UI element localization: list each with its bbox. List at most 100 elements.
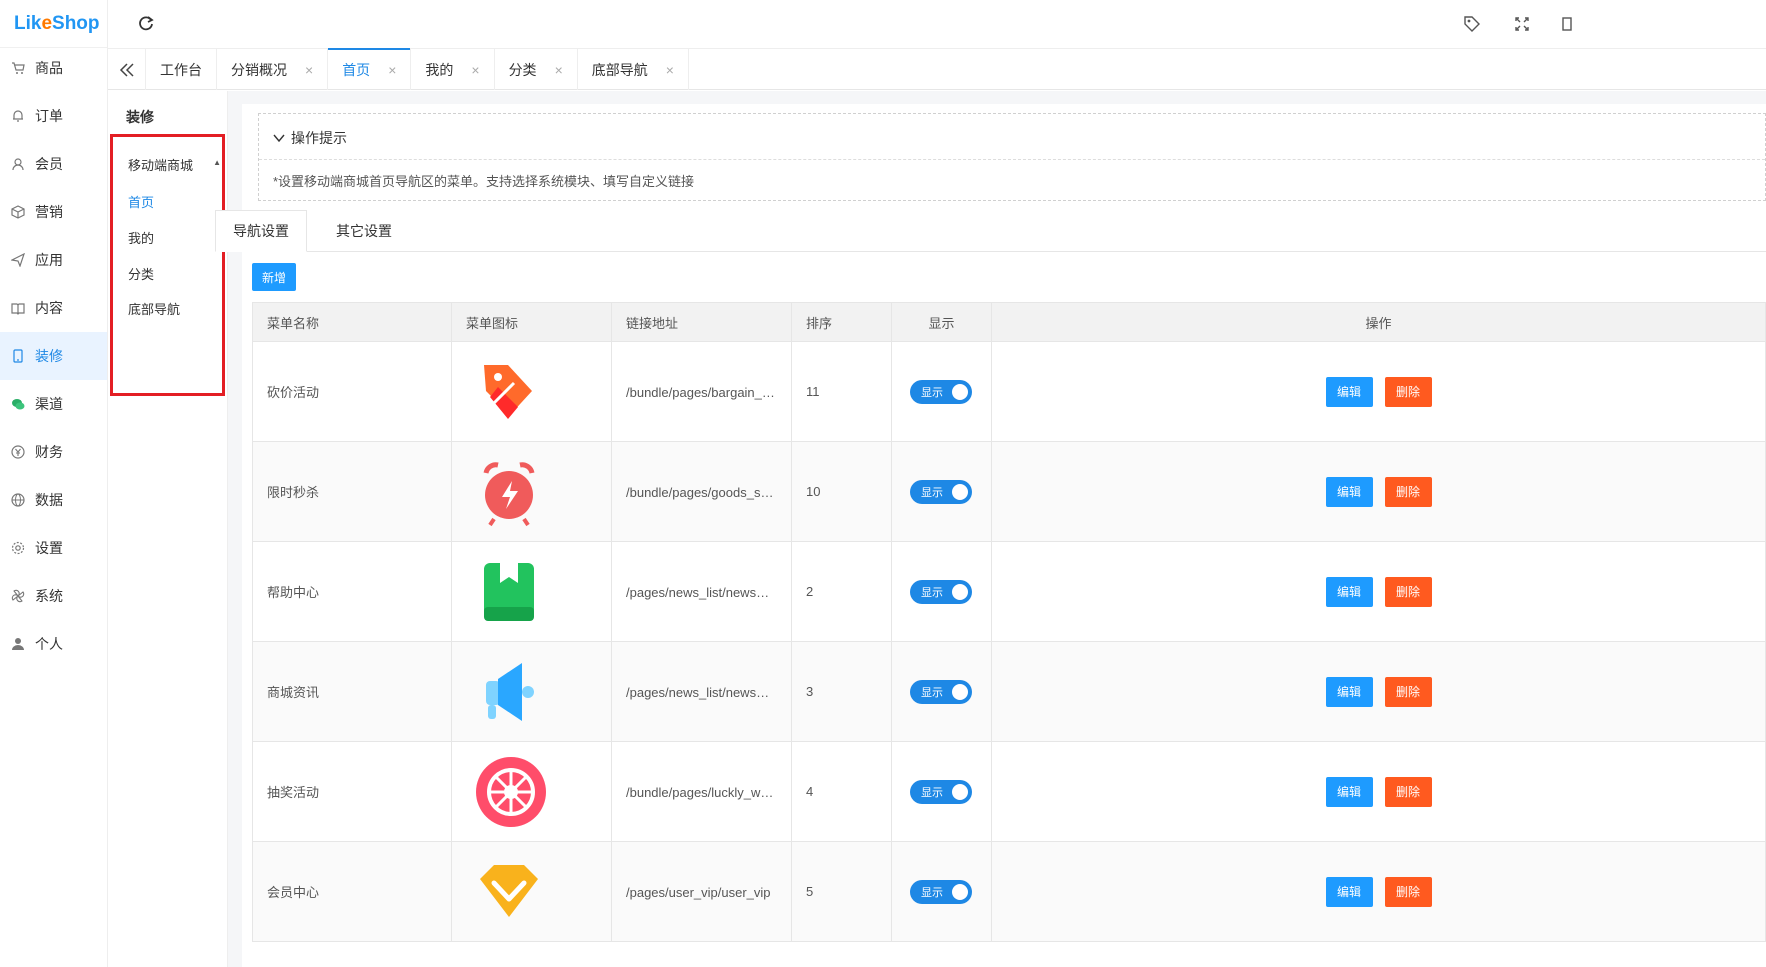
sidebar-item-wechat[interactable]: 渠道 <box>0 380 107 428</box>
delete-button[interactable]: 删除 <box>1384 376 1432 407</box>
tab-list: 工作台 分销概况 × 首页 × 我的 × 分类 × 底部导航 × <box>146 48 689 90</box>
toggle-knob <box>952 783 968 800</box>
decoration-menu-item[interactable]: 底部导航 <box>128 299 180 318</box>
sidebar-item-fan[interactable]: 系统 <box>0 572 107 620</box>
tab-1[interactable]: 分销概况 × <box>217 49 329 90</box>
delete-button[interactable]: 删除 <box>1384 876 1432 907</box>
show-toggle-label: 显示 <box>921 786 943 799</box>
sidebar-item-yen[interactable]: 财务 <box>0 428 107 476</box>
sidebar-item-label: 装修 <box>35 348 63 364</box>
decoration-sidebar: 装修 移动端商城 ▲ 首页 我的 分类 底部导航 <box>108 91 228 967</box>
link-text: /pages/news_list/news_list?type=1 <box>626 584 776 600</box>
sidebar-item-label: 数据 <box>35 492 63 508</box>
logo[interactable]: Lik e Shop <box>0 0 107 48</box>
tab-other-settings[interactable]: 其它设置 <box>318 210 410 252</box>
close-icon[interactable]: × <box>388 62 396 78</box>
megaphone-icon <box>466 657 611 727</box>
show-toggle[interactable]: 显示 <box>910 679 972 704</box>
tab-4[interactable]: 分类 × <box>495 49 578 90</box>
edit-button[interactable]: 编辑 <box>1325 776 1373 807</box>
sidebar-item-user[interactable]: 会员 <box>0 140 107 188</box>
col-menu-icon: 菜单图标 <box>451 302 612 342</box>
toggle-knob <box>952 883 968 900</box>
edit-button[interactable]: 编辑 <box>1325 376 1373 407</box>
refresh-icon[interactable] <box>136 14 156 34</box>
sidebar-item-phone[interactable]: 装修 <box>0 332 107 380</box>
add-button[interactable]: 新增 <box>252 263 296 291</box>
show-toggle[interactable]: 显示 <box>910 779 972 804</box>
tag-outline-icon[interactable] <box>1462 14 1482 34</box>
sidebar-item-bell[interactable]: 订单 <box>0 92 107 140</box>
user-avatar-icon[interactable] <box>1560 14 1580 34</box>
menu-name-cell: 抽奖活动 <box>252 741 452 842</box>
send-icon <box>11 253 25 267</box>
table-body: 砍价活动/bundle/pages/bargain_list/bargain_l… <box>252 341 1766 942</box>
table-row: 会员中心/pages/user_vip/user_vip 5 显示 编辑 删除 <box>252 841 1766 942</box>
link-text: /bundle/pages/goods_seckill/goods_seckil… <box>626 484 776 500</box>
menu-name: 帮助中心 <box>267 585 320 600</box>
phone-icon <box>11 349 25 363</box>
delete-button[interactable]: 删除 <box>1384 676 1432 707</box>
close-icon[interactable]: × <box>666 62 674 78</box>
close-icon[interactable]: × <box>471 62 479 78</box>
sidebar-item-globe[interactable]: 数据 <box>0 476 107 524</box>
sidebar-item-cube[interactable]: 营销 <box>0 188 107 236</box>
tab-5[interactable]: 底部导航 × <box>578 49 689 90</box>
show-toggle[interactable]: 显示 <box>910 379 972 404</box>
sort-cell: 3 <box>791 641 892 742</box>
operation-tip-toggle[interactable]: 操作提示 <box>273 128 347 148</box>
mobile-mall-group[interactable]: 移动端商城 ▲ <box>128 155 223 174</box>
decoration-menu-item[interactable]: 分类 <box>128 264 154 283</box>
menu-icon-cell <box>451 741 612 842</box>
fullscreen-icon[interactable] <box>1512 14 1532 34</box>
delete-button[interactable]: 删除 <box>1384 476 1432 507</box>
show-toggle[interactable]: 显示 <box>910 479 972 504</box>
sidebar-item-label: 订单 <box>35 108 63 124</box>
sidebar-item-send[interactable]: 应用 <box>0 236 107 284</box>
show-toggle[interactable]: 显示 <box>910 579 972 604</box>
close-icon[interactable]: × <box>555 62 563 78</box>
edit-button[interactable]: 编辑 <box>1325 676 1373 707</box>
decoration-menu-item[interactable]: 首页 <box>128 192 154 211</box>
edit-button[interactable]: 编辑 <box>1325 876 1373 907</box>
yen-icon <box>11 445 25 459</box>
show-toggle-label: 显示 <box>921 686 943 699</box>
operation-tip-text: *设置移动端商城首页导航区的菜单。支持选择系统模块、填写自定义链接 <box>273 174 695 189</box>
actions-cell: 编辑 删除 <box>991 641 1766 742</box>
sidebar-item-label: 会员 <box>35 156 63 172</box>
show-cell: 显示 <box>891 741 992 842</box>
show-cell: 显示 <box>891 341 992 442</box>
col-menu-name: 菜单名称 <box>252 302 452 342</box>
sidebar-item-cart[interactable]: 商品 <box>0 44 107 92</box>
link-text: /pages/user_vip/user_vip <box>626 884 771 900</box>
bell-icon <box>11 109 25 123</box>
col-link: 链接地址 <box>611 302 792 342</box>
edit-button[interactable]: 编辑 <box>1325 476 1373 507</box>
table-row: 抽奖活动/bundle/pages/luckly_wheel/luckly_wh… <box>252 741 1766 842</box>
show-toggle[interactable]: 显示 <box>910 879 972 904</box>
delete-button[interactable]: 删除 <box>1384 576 1432 607</box>
tab-nav-settings[interactable]: 导航设置 <box>215 210 307 252</box>
sidebar-item-label: 商品 <box>35 60 63 76</box>
menu-icon-cell <box>451 841 612 942</box>
collapse-sidebar-button[interactable] <box>108 49 146 90</box>
sort-value: 2 <box>806 584 814 599</box>
decoration-menu-item[interactable]: 我的 <box>128 228 154 247</box>
wheel-icon <box>466 755 611 829</box>
show-toggle-label: 显示 <box>921 886 943 899</box>
close-icon[interactable]: × <box>305 62 313 78</box>
tab-0[interactable]: 工作台 <box>146 49 217 90</box>
tab-label: 分类 <box>508 61 537 78</box>
edit-button[interactable]: 编辑 <box>1325 576 1373 607</box>
sidebar-item-person[interactable]: 个人 <box>0 620 107 668</box>
tab-3[interactable]: 我的 × <box>411 49 495 90</box>
sidebar-item-gear[interactable]: 设置 <box>0 524 107 572</box>
tag-icon <box>466 357 611 427</box>
tab-other-settings-label: 其它设置 <box>336 223 392 239</box>
menu-name-cell: 砍价活动 <box>252 341 452 442</box>
menu-name: 砍价活动 <box>267 385 320 400</box>
show-toggle-label: 显示 <box>921 486 943 499</box>
sidebar-item-book[interactable]: 内容 <box>0 284 107 332</box>
delete-button[interactable]: 删除 <box>1384 776 1432 807</box>
tab-2[interactable]: 首页 × <box>328 48 412 90</box>
